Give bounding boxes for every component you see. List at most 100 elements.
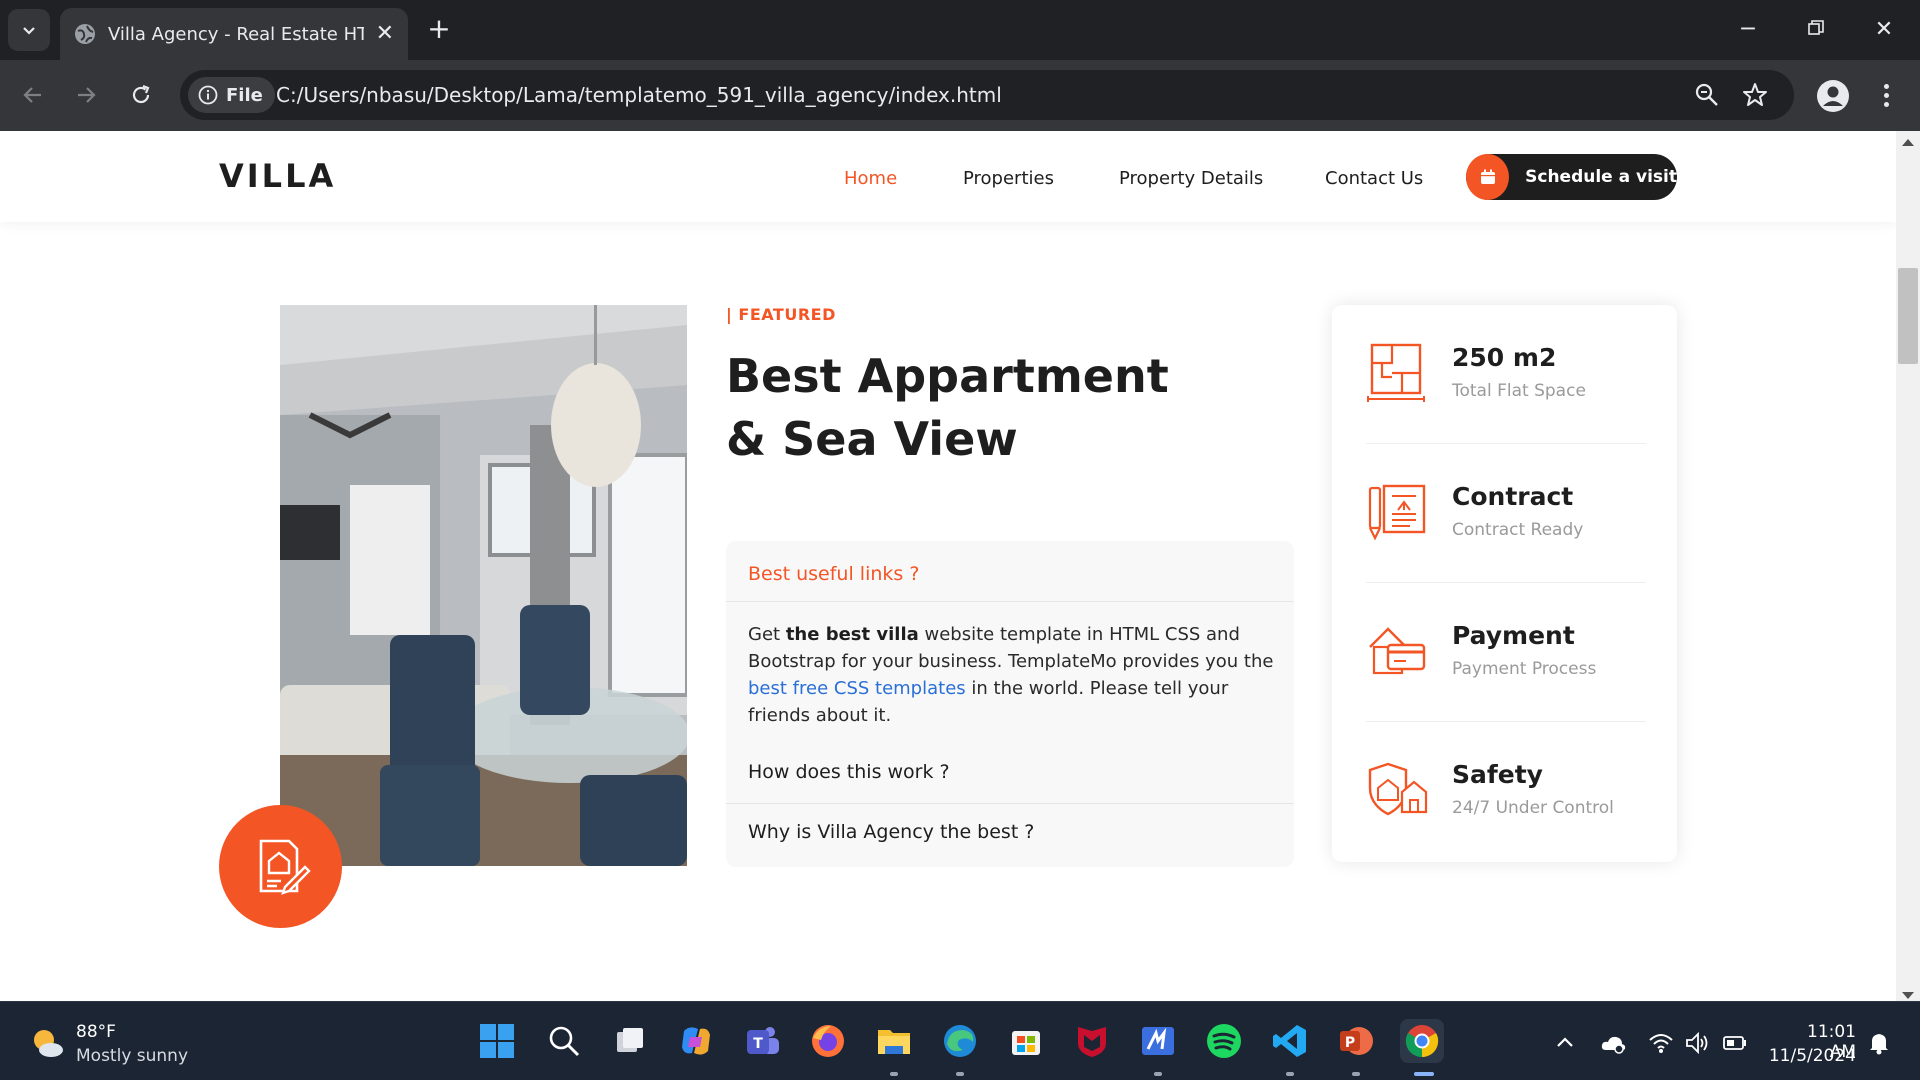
file-chip-label: File — [226, 84, 263, 106]
weather-temperature[interactable]: 88°F — [76, 1022, 116, 1042]
weather-description[interactable]: Mostly sunny — [76, 1046, 188, 1066]
tab-title: Villa Agency - Real Estate HTML — [108, 23, 364, 45]
nav-properties[interactable]: Properties — [963, 168, 1054, 189]
nav-home[interactable]: Home — [844, 168, 897, 189]
vpn-app[interactable] — [1136, 1019, 1180, 1063]
edge-app[interactable] — [938, 1019, 982, 1063]
svg-text:T: T — [753, 1036, 763, 1052]
battery-icon[interactable] — [1722, 1030, 1748, 1056]
chrome-app[interactable] — [1400, 1019, 1444, 1063]
page-scrollbar[interactable] — [1896, 131, 1920, 1001]
running-indicator — [956, 1072, 964, 1076]
search-button[interactable] — [542, 1019, 586, 1063]
spotify-app[interactable] — [1202, 1019, 1246, 1063]
new-tab-button[interactable]: + — [424, 14, 454, 44]
running-indicator — [890, 1072, 898, 1076]
info-item-contract: Contract Contract Ready — [1366, 444, 1646, 583]
info-title: Contract — [1452, 482, 1574, 511]
contract-icon — [1368, 484, 1426, 541]
tab-strip: Villa Agency - Real Estate HTML ✕ + ─ ✕ — [0, 0, 1920, 60]
globe-icon — [75, 24, 95, 44]
site-header: VILLA Home Properties Property Details C… — [0, 131, 1896, 222]
site-info-chip[interactable]: File — [188, 77, 275, 113]
teams-app[interactable]: T — [740, 1019, 784, 1063]
browser-chrome: Villa Agency - Real Estate HTML ✕ + ─ ✕ … — [0, 0, 1920, 131]
reload-button[interactable] — [123, 77, 159, 113]
info-title: Payment — [1452, 621, 1575, 650]
teams-icon: T — [747, 1027, 779, 1054]
windows-taskbar: 88°F Mostly sunny T P 11:01 AM 11/5/2024 — [0, 1001, 1920, 1080]
firefox-app[interactable] — [806, 1019, 850, 1063]
info-subtitle: Total Flat Space — [1452, 381, 1586, 401]
calendar-icon — [1466, 154, 1510, 200]
start-button[interactable] — [475, 1019, 519, 1063]
copilot-icon — [682, 1027, 710, 1055]
running-indicator — [1352, 1072, 1360, 1076]
onedrive-icon[interactable] — [1600, 1030, 1626, 1056]
headline-line-2: & Sea View — [726, 412, 1018, 466]
mcafee-shield-icon — [1078, 1027, 1106, 1057]
nav-contact-us[interactable]: Contact Us — [1325, 168, 1423, 189]
minimize-button[interactable]: ─ — [1728, 14, 1768, 46]
scroll-up-arrow-icon[interactable] — [1902, 139, 1914, 146]
accordion-header-useful-links[interactable]: Best useful links ? — [748, 563, 919, 585]
copilot-app[interactable] — [674, 1019, 718, 1063]
firefox-icon — [812, 1025, 844, 1057]
zoom-icon[interactable] — [1694, 82, 1720, 108]
faq-accordion: Best useful links ? Get the best villa w… — [726, 541, 1294, 867]
accordion-divider — [726, 803, 1294, 804]
schedule-visit-label: Schedule a visit — [1525, 167, 1677, 187]
free-css-templates-link[interactable]: best free CSS templates — [748, 678, 966, 699]
nav-property-details[interactable]: Property Details — [1119, 168, 1263, 189]
active-indicator — [1414, 1072, 1434, 1076]
close-window-button[interactable]: ✕ — [1864, 14, 1904, 46]
active-tab[interactable]: Villa Agency - Real Estate HTML ✕ — [60, 8, 408, 60]
weather-sunny-icon[interactable] — [28, 1024, 66, 1062]
arrow-right-icon — [78, 87, 96, 103]
bookmark-star-icon[interactable] — [1742, 82, 1768, 108]
clock-date[interactable]: 11/5/2024 — [1766, 1046, 1856, 1066]
browser-toolbar: File C:/Users/nbasu/Desktop/Lama/templat… — [0, 60, 1920, 131]
payment-icon — [1369, 627, 1426, 675]
schedule-visit-button[interactable]: Schedule a visit — [1466, 154, 1677, 200]
back-button[interactable] — [15, 77, 51, 113]
restore-icon — [1808, 20, 1824, 35]
search-icon — [549, 1026, 580, 1057]
restore-button[interactable] — [1796, 14, 1836, 46]
chevron-up-icon[interactable] — [1552, 1030, 1578, 1056]
accordion-body: Get the best villa website template in H… — [748, 621, 1278, 729]
vscode-app[interactable] — [1268, 1019, 1312, 1063]
file-explorer-app[interactable] — [872, 1019, 916, 1063]
vscode-icon — [1273, 1025, 1306, 1057]
task-view-button[interactable] — [608, 1019, 652, 1063]
powerpoint-app[interactable]: P — [1334, 1019, 1378, 1063]
wifi-icon[interactable] — [1648, 1030, 1674, 1056]
profile-icon[interactable] — [1816, 79, 1850, 113]
tab-search-button[interactable] — [8, 9, 50, 51]
featured-interior-photo — [280, 305, 687, 866]
notification-bell-icon[interactable] — [1866, 1030, 1892, 1056]
info-icon — [198, 85, 218, 105]
info-subtitle: Payment Process — [1452, 659, 1597, 679]
forward-button[interactable] — [68, 77, 104, 113]
accordion-header-how-it-works[interactable]: How does this work ? — [748, 761, 950, 783]
browser-menu-icon[interactable] — [1876, 77, 1896, 113]
site-logo[interactable]: VILLA — [219, 157, 336, 195]
volume-icon[interactable] — [1684, 1030, 1710, 1056]
property-document-badge-icon — [219, 805, 342, 928]
tab-close-icon[interactable]: ✕ — [376, 23, 394, 45]
store-icon — [1012, 1031, 1040, 1055]
microsoft-store-app[interactable] — [1004, 1019, 1048, 1063]
headline-line-1: Best Appartment — [726, 349, 1169, 403]
scrollbar-thumb[interactable] — [1898, 268, 1918, 364]
accordion-header-why-best[interactable]: Why is Villa Agency the best ? — [748, 821, 1034, 843]
url-text[interactable]: C:/Users/nbasu/Desktop/Lama/templatemo_5… — [276, 70, 1002, 120]
info-title: 250 m2 — [1452, 343, 1557, 372]
body-text-1: Get — [748, 624, 786, 645]
property-info-card: 250 m2 Total Flat Space Contract Contrac… — [1332, 305, 1677, 862]
edge-icon — [944, 1025, 976, 1057]
scroll-down-arrow-icon[interactable] — [1902, 992, 1914, 999]
mcafee-app[interactable] — [1070, 1019, 1114, 1063]
floor-plan-icon — [1367, 343, 1425, 402]
address-bar[interactable]: File C:/Users/nbasu/Desktop/Lama/templat… — [180, 70, 1794, 120]
